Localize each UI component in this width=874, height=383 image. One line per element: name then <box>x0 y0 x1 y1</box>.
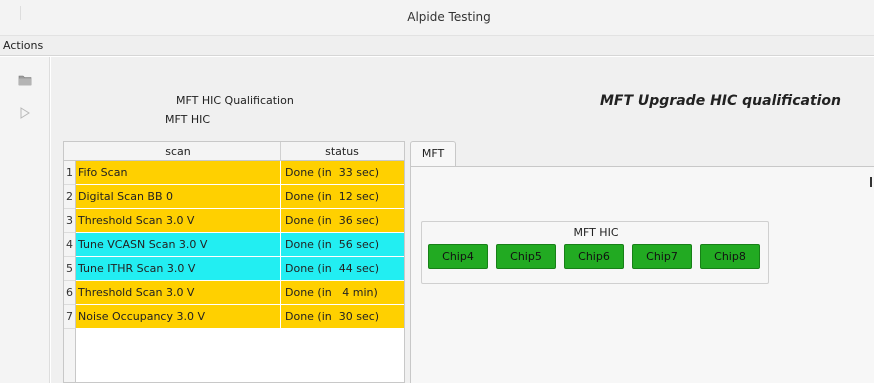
scan-cell[interactable]: Threshold Scan 3.0 V <box>76 209 280 233</box>
scan-cell[interactable]: Noise Occupancy 3.0 V <box>76 305 280 329</box>
chip-button-chip5[interactable]: Chip5 <box>496 244 556 269</box>
table-row[interactable]: 3 Threshold Scan 3.0 V Done (in 36 sec) <box>64 209 404 233</box>
scan-cell[interactable]: Threshold Scan 3.0 V <box>76 281 280 305</box>
toolbar <box>0 57 50 383</box>
chip-button-chip8[interactable]: Chip8 <box>700 244 760 269</box>
page-heading: MFT Upgrade HIC qualification <box>600 93 842 109</box>
hic-group: MFT HIC Chip4 Chip5 Chip6 Chip7 Chip8 <box>421 221 769 284</box>
table-row[interactable]: 4 Tune VCASN Scan 3.0 V Done (in 56 sec) <box>64 233 404 257</box>
play-icon[interactable] <box>18 106 32 120</box>
menu-actions[interactable]: Actions <box>3 39 43 52</box>
test-name-label: MFT HIC Qualification <box>176 94 294 107</box>
column-header-status[interactable]: status <box>280 145 404 158</box>
scan-table: scan status 1 Fifo Scan Done (in 33 sec) 2 D… <box>63 141 405 383</box>
title-bar: Alpide Testing <box>0 0 874 36</box>
row-number: 7 <box>64 305 76 329</box>
row-number: 4 <box>64 233 76 257</box>
chip-button-chip7[interactable]: Chip7 <box>632 244 692 269</box>
table-header: scan status <box>64 142 404 161</box>
hic-name-label: MFT HIC <box>165 113 211 126</box>
row-number: 5 <box>64 257 76 281</box>
status-cell[interactable]: Done (in 56 sec) <box>280 233 404 257</box>
scan-cell[interactable]: Digital Scan BB 0 <box>76 185 280 209</box>
status-cell[interactable]: Done (in 30 sec) <box>280 305 404 329</box>
folder-icon[interactable] <box>18 73 32 87</box>
window-title: Alpide Testing <box>407 10 491 24</box>
row-number: 1 <box>64 161 76 185</box>
table-row[interactable]: 6 Threshold Scan 3.0 V Done (in 4 min) <box>64 281 404 305</box>
scan-cell[interactable]: Tune VCASN Scan 3.0 V <box>76 233 280 257</box>
table-row[interactable]: 5 Tune ITHR Scan 3.0 V Done (in 44 sec) <box>64 257 404 281</box>
table-row[interactable]: 7 Noise Occupancy 3.0 V Done (in 30 sec) <box>64 305 404 329</box>
scan-cell[interactable]: Tune ITHR Scan 3.0 V <box>76 257 280 281</box>
tab-bar: MFT <box>410 141 874 167</box>
tab-mft[interactable]: MFT <box>410 141 456 167</box>
hic-group-label: MFT HIC <box>573 226 619 239</box>
status-cell[interactable]: Done (in 36 sec) <box>280 209 404 233</box>
row-number: 2 <box>64 185 76 209</box>
menu-bar: Actions <box>0 36 874 56</box>
chip-button-chip4[interactable]: Chip4 <box>428 244 488 269</box>
column-header-scan[interactable]: scan <box>76 145 280 158</box>
chip-button-chip6[interactable]: Chip6 <box>564 244 624 269</box>
status-cell[interactable]: Done (in 4 min) <box>280 281 404 305</box>
status-cell[interactable]: Done (in 33 sec) <box>280 161 404 185</box>
status-cell[interactable]: Done (in 12 sec) <box>280 185 404 209</box>
panel-edge-mark <box>870 177 872 187</box>
row-number: 3 <box>64 209 76 233</box>
table-row[interactable]: 2 Digital Scan BB 0 Done (in 12 sec) <box>64 185 404 209</box>
table-row[interactable]: 1 Fifo Scan Done (in 33 sec) <box>64 161 404 185</box>
scan-cell[interactable]: Fifo Scan <box>76 161 280 185</box>
status-cell[interactable]: Done (in 44 sec) <box>280 257 404 281</box>
row-number: 6 <box>64 281 76 305</box>
